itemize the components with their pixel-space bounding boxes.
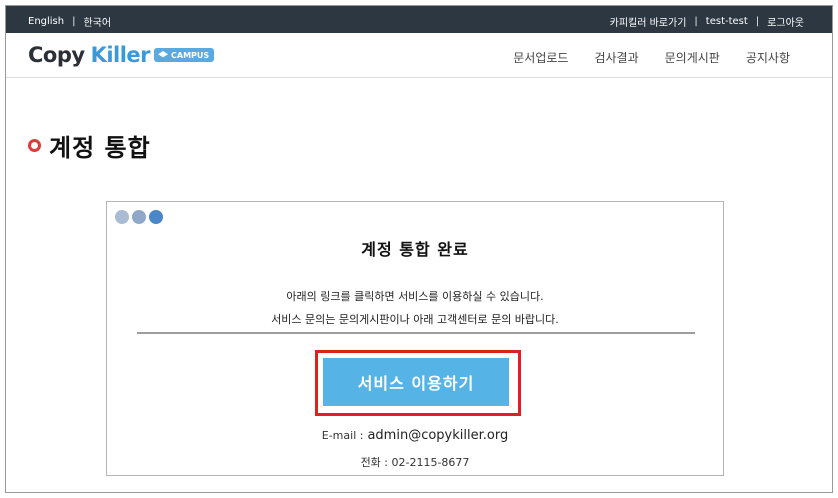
dot-icon — [115, 210, 129, 224]
contact-phone: 전화 : 02-2115-8677 — [360, 456, 470, 469]
lang-korean-link[interactable]: 한국어 — [83, 14, 111, 29]
nav-notices[interactable]: 공지사항 — [746, 49, 790, 66]
dot-icon — [132, 210, 146, 224]
nav-inquiry-board[interactable]: 문의게시판 — [665, 49, 720, 66]
browser-frame: English | 한국어 카피킬러 바로가기 | test-test | 로그… — [5, 5, 833, 493]
use-service-button[interactable]: 서비스 이용하기 — [323, 358, 509, 406]
instruction-line-2: 서비스 문의는 문의게시판이나 아래 고객센터로 문의 바랍니다. — [271, 313, 559, 326]
card-heading: 계정 통합 완료 — [361, 240, 469, 259]
user-account-link[interactable]: test-test — [706, 16, 748, 27]
instruction-line-1: 아래의 링크를 클릭하면 서비스를 이용하실 수 있습니다. — [286, 290, 544, 303]
campus-badge: CAMPUS — [154, 48, 215, 62]
user-utility-links: 카피킬러 바로가기 | test-test | 로그아웃 — [610, 14, 804, 29]
logo-copy-text: Copy — [28, 43, 85, 67]
page-title-text: 계정 통합 — [49, 134, 151, 162]
email-address-link[interactable]: admin@copykiller.org — [367, 428, 508, 443]
dot-icon — [149, 210, 163, 224]
nav-document-upload[interactable]: 문서업로드 — [513, 49, 568, 66]
contact-email: E-mail : admin@copykiller.org — [107, 428, 723, 443]
logout-link[interactable]: 로그아웃 — [767, 14, 804, 29]
separator: | — [755, 16, 760, 27]
language-switcher: English | 한국어 — [28, 14, 111, 29]
separator: | — [694, 16, 698, 27]
email-label: E-mail : — [321, 429, 364, 442]
separator: | — [72, 16, 76, 27]
main-nav: 문서업로드 검사결과 문의게시판 공지사항 — [513, 49, 790, 66]
page-title: 계정 통합 — [28, 128, 151, 163]
top-utility-bar: English | 한국어 카피킬러 바로가기 | test-test | 로그… — [6, 6, 832, 33]
lang-english-link[interactable]: English — [28, 16, 64, 27]
copykiller-logo[interactable]: Copy Killer CAMPUS — [28, 43, 215, 67]
title-ring-icon — [28, 139, 41, 152]
nav-check-results[interactable]: 검사결과 — [594, 49, 638, 66]
card-dots — [115, 210, 163, 224]
logo-killer-text: Killer — [90, 43, 151, 67]
divider — [137, 332, 695, 334]
merge-complete-card: 계정 통합 완료 아래의 링크를 클릭하면 서비스를 이용하실 수 있습니다. … — [106, 201, 724, 476]
site-header: Copy Killer CAMPUS 문서업로드 검사결과 문의게시판 공지사항 — [6, 33, 832, 78]
campus-badge-label: CAMPUS — [171, 50, 210, 60]
copykiller-home-link[interactable]: 카피킬러 바로가기 — [610, 14, 687, 29]
graduation-cap-icon — [158, 51, 169, 58]
